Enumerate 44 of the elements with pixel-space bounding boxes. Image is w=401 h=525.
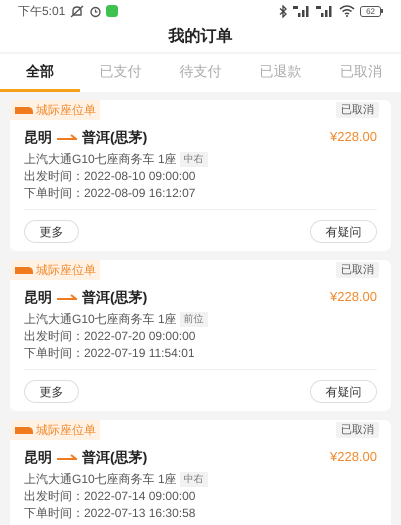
more-button[interactable]: 更多: [24, 220, 79, 243]
question-button[interactable]: 有疑问: [310, 380, 377, 403]
order-time: 下单时间：2022-07-13 16:30:58: [23, 505, 196, 522]
status-time: 下午5:01: [18, 3, 66, 20]
vehicle-info: 上汽大通G10七座商务车 1座: [24, 151, 177, 168]
alarm-icon: [89, 4, 102, 18]
vehicle-info: 上汽大通G10七座商务车 1座: [24, 471, 177, 488]
more-button[interactable]: 更多: [24, 380, 79, 403]
destination-city: 普洱(思茅): [82, 448, 148, 467]
status-tag: 已取消: [336, 262, 379, 278]
vehicle-info: 上汽大通G10七座商务车 1座: [24, 311, 177, 328]
departure-time: 出发时间：2022-07-20 09:00:00: [23, 328, 196, 345]
seat-tag: 前位: [180, 312, 208, 326]
departure-time: 出发时间：2022-08-10 09:00:00: [23, 168, 196, 185]
order-time: 下单时间：2022-08-09 16:12:07: [23, 185, 196, 202]
destination-city: 普洱(思茅): [82, 128, 148, 147]
battery-icon: 62: [360, 6, 383, 16]
order-type-badge: 城际座位单: [10, 100, 100, 120]
order-type-badge: 城际座位单: [10, 420, 100, 440]
status-tag: 已取消: [336, 422, 379, 438]
origin-city: 昆明: [24, 288, 52, 307]
seat-tag: 中右: [180, 472, 208, 486]
wifi-icon: [339, 5, 356, 17]
tab[interactable]: 全部: [0, 54, 80, 92]
question-button[interactable]: 有疑问: [310, 220, 377, 243]
status-tag: 已取消: [336, 102, 379, 118]
price: ¥228.00: [330, 448, 377, 466]
origin-city: 昆明: [24, 448, 52, 467]
price: ¥228.00: [330, 128, 377, 146]
departure-time: 出发时间：2022-07-14 09:00:00: [23, 488, 196, 505]
origin-city: 昆明: [24, 128, 52, 147]
destination-city: 普洱(思茅): [82, 288, 148, 307]
order-time: 下单时间：2022-07-19 11:54:01: [23, 345, 196, 362]
muted-icon: [69, 4, 86, 18]
order-type-badge: 城际座位单: [10, 260, 100, 280]
signal-icon: [316, 5, 334, 17]
signal-icon: [293, 5, 312, 17]
bus-icon: [14, 106, 34, 114]
page-title: 我的订单: [168, 26, 232, 47]
bus-icon: [14, 266, 34, 274]
bluetooth-icon: [278, 4, 288, 18]
seat-tag: 中右: [180, 152, 208, 166]
price: ¥228.00: [330, 288, 377, 306]
bus-icon: [14, 426, 34, 434]
